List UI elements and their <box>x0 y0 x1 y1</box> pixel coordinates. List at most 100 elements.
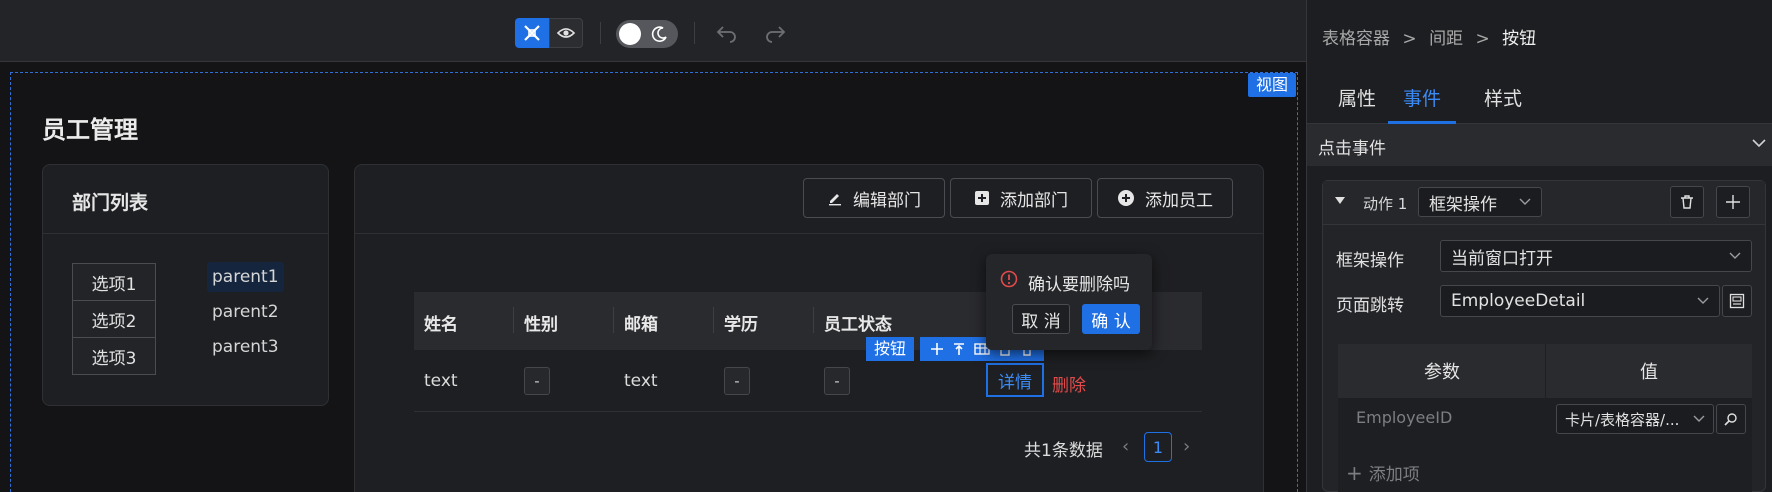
redo-button[interactable] <box>760 18 790 48</box>
add-department-button[interactable]: 添加部门 <box>950 178 1092 218</box>
breadcrumb-item-table-container[interactable]: 表格容器 <box>1322 29 1390 49</box>
click-event-title: 点击事件 <box>1318 139 1386 159</box>
undo-icon <box>716 26 736 43</box>
add-department-label: 添加部门 <box>1000 190 1068 211</box>
redo-icon <box>766 26 786 43</box>
column-divider <box>1545 344 1546 398</box>
page-picker-button[interactable] <box>1722 285 1752 317</box>
chevron-down-icon <box>1697 297 1709 304</box>
column-header-name[interactable]: 姓名 <box>424 310 458 335</box>
tab-styles[interactable]: 样式 <box>1484 84 1522 111</box>
edit-icon <box>829 194 841 206</box>
cancel-button[interactable]: 取 消 <box>1012 304 1070 334</box>
pagination-total: 共1条数据 <box>1024 441 1103 461</box>
edit-department-label: 编辑部门 <box>853 190 921 211</box>
breadcrumb-separator: > <box>1475 29 1490 49</box>
breadcrumb: 表格容器 > 间距 > 按钮 <box>1322 24 1536 49</box>
cell-education-tag: - <box>724 367 750 395</box>
add-item-button[interactable]: + 添加项 <box>1346 460 1420 485</box>
toggle-knob <box>619 23 641 45</box>
column-header-gender[interactable]: 性别 <box>524 310 558 335</box>
page-jump-value: EmployeeDetail <box>1451 291 1586 311</box>
frame-operation-value: 当前窗口打开 <box>1451 248 1553 269</box>
view-tag: 视图 <box>1248 73 1297 97</box>
option-button-1[interactable]: 选项1 <box>72 263 156 301</box>
cell-gender-tag: - <box>524 367 550 395</box>
action-label: 动作 1 <box>1363 195 1408 213</box>
caret-down-icon[interactable] <box>1334 196 1346 206</box>
action-type-select[interactable]: 框架操作 <box>1418 187 1542 217</box>
trash-icon <box>1681 195 1693 209</box>
tree-item-parent1[interactable]: parent1 <box>207 262 284 292</box>
edit-department-button[interactable]: 编辑部门 <box>803 178 945 218</box>
moon-icon <box>651 26 667 42</box>
chevron-left-icon[interactable]: ‹ <box>1122 436 1129 457</box>
cell-email: text <box>624 371 658 391</box>
selected-component-label: 按钮 <box>866 337 915 361</box>
option-button-3[interactable]: 选项3 <box>72 337 156 375</box>
theme-toggle[interactable] <box>616 20 678 48</box>
delete-link[interactable]: 删除 <box>1052 371 1086 396</box>
preview-button[interactable] <box>549 18 583 48</box>
plus-icon: + <box>1346 461 1363 485</box>
page-number-1[interactable]: 1 <box>1144 432 1172 462</box>
row-divider <box>414 411 1202 412</box>
chevron-down-icon[interactable] <box>1752 138 1766 148</box>
warning-icon <box>1000 270 1018 288</box>
breadcrumb-separator: > <box>1402 29 1417 49</box>
column-header-email[interactable]: 邮箱 <box>624 310 658 335</box>
breadcrumb-item-spacing[interactable]: 间距 <box>1429 29 1463 49</box>
column-header-status[interactable]: 员工状态 <box>824 310 892 335</box>
chevron-down-icon <box>1729 252 1741 259</box>
param-name: EmployeeID <box>1356 408 1453 427</box>
tab-events[interactable]: 事件 <box>1403 84 1441 111</box>
column-divider <box>813 307 814 333</box>
link-icon <box>1724 413 1737 426</box>
cell-status-tag: - <box>824 367 850 395</box>
card-divider <box>355 233 1263 234</box>
plus-circle-icon <box>1118 190 1134 206</box>
param-value-select[interactable]: 卡片/表格容器/... <box>1556 404 1714 434</box>
breadcrumb-current: 按钮 <box>1502 29 1537 49</box>
card-divider <box>43 233 328 234</box>
page-jump-select[interactable]: EmployeeDetail <box>1440 285 1720 317</box>
move-icon[interactable] <box>930 342 944 356</box>
option-button-2[interactable]: 选项2 <box>72 300 156 338</box>
select-parent-icon[interactable] <box>952 342 966 356</box>
preview-eye-icon <box>556 28 576 38</box>
plus-square-icon <box>975 191 989 205</box>
chevron-right-icon[interactable]: › <box>1183 436 1190 457</box>
param-column-header: 参数 <box>1424 362 1460 383</box>
drag-action-button[interactable] <box>1716 186 1750 218</box>
toolbar-divider <box>694 22 695 44</box>
chevron-down-icon <box>1693 415 1705 422</box>
page-jump-label: 页面跳转 <box>1336 296 1404 316</box>
confirm-message: 确认要删除吗 <box>1028 275 1130 295</box>
detail-button[interactable]: 详情 <box>986 363 1044 397</box>
design-mode-button[interactable] <box>515 18 549 48</box>
add-employee-button[interactable]: 添加员工 <box>1097 178 1233 218</box>
confirm-button[interactable]: 确 认 <box>1082 304 1140 334</box>
add-employee-label: 添加员工 <box>1145 190 1213 211</box>
page-picker-icon <box>1729 293 1745 309</box>
column-header-education[interactable]: 学历 <box>724 310 758 335</box>
value-column-header: 值 <box>1640 362 1658 383</box>
frame-operation-label: 框架操作 <box>1336 251 1404 271</box>
column-divider <box>513 307 514 333</box>
chevron-down-icon <box>1519 198 1531 205</box>
delete-action-button[interactable] <box>1670 186 1704 218</box>
frame-operation-select[interactable]: 当前窗口打开 <box>1440 240 1752 272</box>
tree-item-parent2[interactable]: parent2 <box>207 297 284 327</box>
design-mode-icon <box>524 25 540 41</box>
undo-button[interactable] <box>712 18 742 48</box>
toolbar-divider <box>600 22 601 44</box>
tab-properties[interactable]: 属性 <box>1338 84 1376 111</box>
department-card-title: 部门列表 <box>72 192 149 214</box>
add-item-label: 添加项 <box>1368 465 1420 485</box>
cell-name: text <box>424 371 458 391</box>
bind-variable-button[interactable] <box>1716 404 1746 434</box>
action-type-value: 框架操作 <box>1429 194 1497 215</box>
tree-item-parent3[interactable]: parent3 <box>207 332 284 362</box>
move-icon <box>1726 195 1740 209</box>
column-divider <box>713 307 714 333</box>
